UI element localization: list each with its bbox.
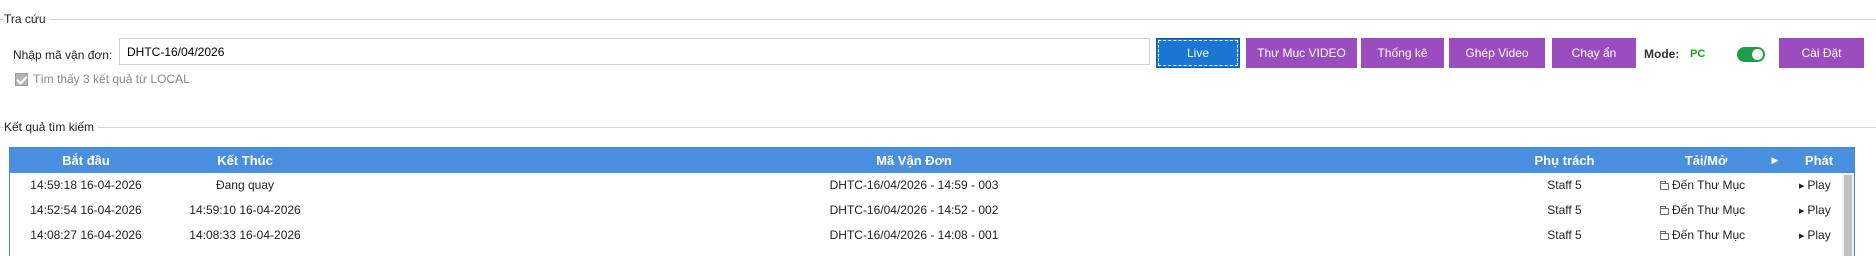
found-results-row: Tìm thấy 3 kết quả từ LOCAL — [15, 71, 190, 87]
scrollbar-thumb[interactable] — [1844, 175, 1852, 256]
cell-start: 14:59:18 16-04-2026 — [30, 178, 142, 192]
table-row[interactable]: 14:08:27 16-04-2026 14:08:33 16-04-2026 … — [10, 223, 1844, 248]
play-link[interactable]: ▶ Play — [1794, 198, 1844, 223]
table-row[interactable]: 14:52:54 16-04-2026 14:59:10 16-04-2026 … — [10, 198, 1844, 223]
results-table: Bắt đầu Kết Thúc Mã Vận Đơn Phụ trách Tả… — [9, 147, 1855, 256]
cell-end: 14:08:33 16-04-2026 — [189, 228, 301, 242]
cell-start: 14:52:54 16-04-2026 — [30, 203, 142, 217]
play-label: Play — [1807, 178, 1831, 192]
column-header-staff[interactable]: Phụ trách — [1500, 148, 1629, 173]
folder-icon — [1660, 181, 1669, 190]
results-group: Kết quả tìm kiếm Bắt đầu Kết Thúc Mã Vận… — [0, 119, 1876, 256]
folder-icon — [1660, 231, 1669, 240]
table-body: 14:59:18 16-04-2026 Đang quay DHTC-16/04… — [10, 173, 1844, 248]
toggle-knob — [1752, 49, 1763, 60]
mode-label: Mode: — [1644, 47, 1680, 61]
run-hidden-button[interactable]: Chạy ẩn — [1552, 38, 1636, 68]
lookup-group-title: Tra cứu — [4, 11, 50, 27]
lookup-group: Tra cứu Nhập mã vận đơn: Live Thư Mục VI… — [0, 11, 1876, 100]
play-icon: ▶ — [1799, 183, 1805, 190]
open-folder-label: Đến Thư Mục — [1672, 228, 1746, 242]
play-link[interactable]: ▶ Play — [1794, 173, 1844, 198]
open-folder-link[interactable]: Đến Thư Mục — [1660, 173, 1780, 198]
cell-code: DHTC-16/04/2026 - 14:52 - 002 — [829, 203, 999, 217]
cell-staff: Staff 5 — [1547, 178, 1582, 192]
mode-value: PC — [1684, 45, 1736, 63]
live-button[interactable]: Live — [1156, 38, 1240, 68]
open-folder-link[interactable]: Đến Thư Mục — [1660, 223, 1780, 248]
column-header-download[interactable]: Tải/Mở — [1629, 148, 1783, 173]
cell-code: DHTC-16/04/2026 - 14:59 - 003 — [829, 178, 999, 192]
play-link[interactable]: ▶ Play — [1794, 223, 1844, 248]
folder-icon — [1660, 206, 1669, 215]
settings-button[interactable]: Cài Đặt — [1779, 38, 1864, 68]
column-header-end[interactable]: Kết Thúc — [162, 148, 328, 173]
play-icon: ▶ — [1799, 208, 1805, 215]
column-header-code[interactable]: Mã Vận Đơn — [328, 148, 1500, 173]
cell-staff: Staff 5 — [1547, 228, 1582, 242]
stats-button[interactable]: Thống kê — [1361, 38, 1444, 68]
video-folder-button[interactable]: Thư Mục VIDEO — [1246, 38, 1357, 68]
column-header-start[interactable]: Bắt đầu — [10, 148, 162, 173]
cell-end: Đang quay — [215, 178, 275, 192]
column-header-play-icon: ▶ — [1771, 155, 1779, 165]
play-label: Play — [1807, 228, 1831, 242]
open-folder-link[interactable]: Đến Thư Mục — [1660, 198, 1780, 223]
tracking-code-label: Nhập mã vận đơn: — [13, 48, 113, 62]
mode-toggle[interactable] — [1737, 47, 1765, 62]
tracking-code-input[interactable] — [119, 38, 1150, 65]
found-results-text: Tìm thấy 3 kết quả từ LOCAL — [33, 72, 190, 86]
cell-staff: Staff 5 — [1547, 203, 1582, 217]
cell-code: DHTC-16/04/2026 - 14:08 - 001 — [829, 228, 999, 242]
results-group-title: Kết quả tìm kiếm — [4, 119, 99, 135]
cell-end: 14:59:10 16-04-2026 — [189, 203, 301, 217]
play-icon: ▶ — [1799, 233, 1805, 240]
open-folder-label: Đến Thư Mục — [1672, 203, 1746, 217]
vertical-scrollbar[interactable] — [1842, 173, 1854, 256]
open-folder-label: Đến Thư Mục — [1672, 178, 1746, 192]
merge-video-button[interactable]: Ghép Video — [1449, 38, 1545, 68]
table-header: Bắt đầu Kết Thúc Mã Vận Đơn Phụ trách Tả… — [10, 148, 1854, 173]
table-row[interactable]: 14:59:18 16-04-2026 Đang quay DHTC-16/04… — [10, 173, 1844, 198]
cell-start: 14:08:27 16-04-2026 — [30, 228, 142, 242]
column-header-play[interactable]: Phát — [1794, 148, 1844, 173]
found-checkbox[interactable] — [15, 72, 28, 86]
play-label: Play — [1807, 203, 1831, 217]
